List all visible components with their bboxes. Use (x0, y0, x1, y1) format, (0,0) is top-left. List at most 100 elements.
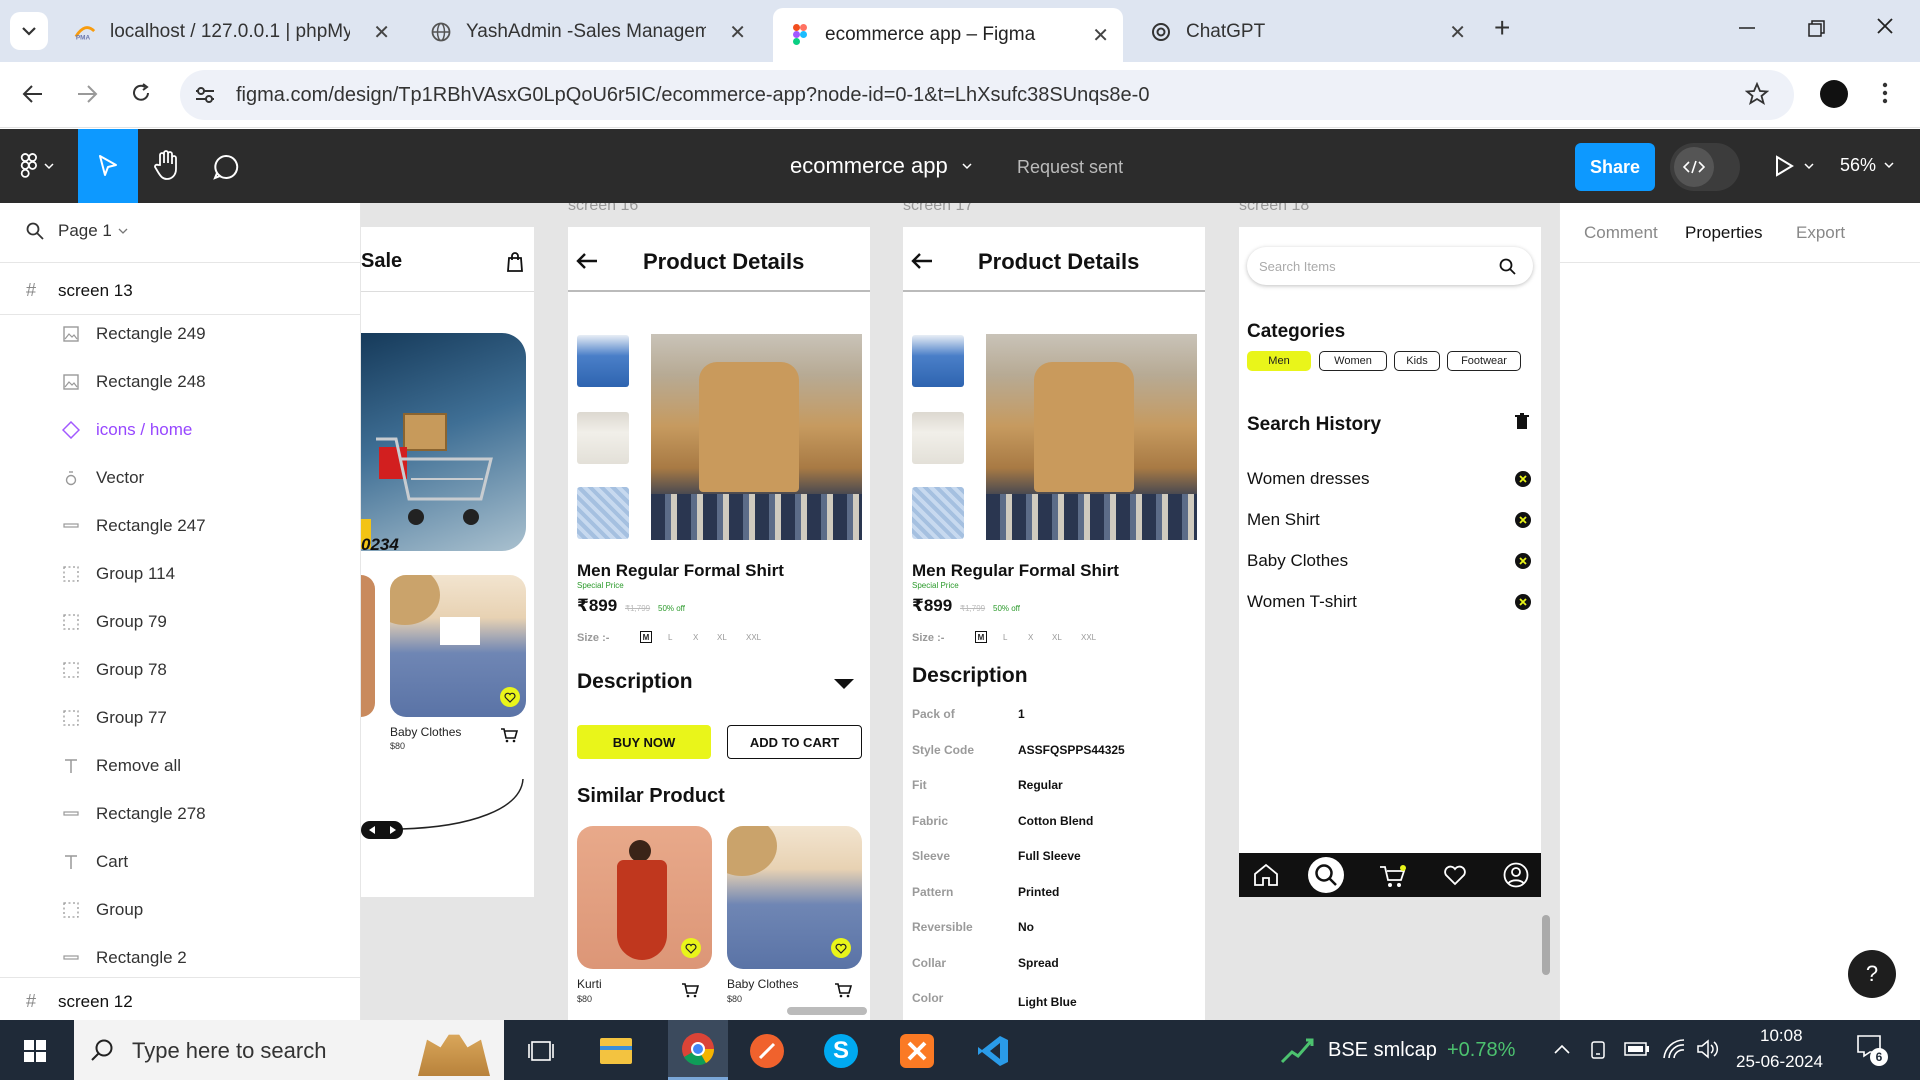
layer-item[interactable]: Rectangle 278 (0, 790, 360, 838)
tab-comment[interactable]: Comment (1584, 223, 1658, 243)
back-arrow-icon[interactable] (576, 252, 598, 270)
meet-now-icon[interactable] (1590, 1040, 1608, 1060)
wifi-icon[interactable] (1662, 1038, 1686, 1060)
search-icon[interactable] (1499, 258, 1516, 275)
tab-yashadmin[interactable]: YashAdmin -Sales Management ✕ (414, 10, 760, 54)
xampp-icon[interactable] (900, 1034, 934, 1068)
layer-screen-12[interactable]: # screen 12 (0, 977, 360, 1025)
remove-icon[interactable] (1515, 512, 1531, 528)
layer-item[interactable]: Cart (0, 838, 360, 886)
cart-icon[interactable] (681, 982, 699, 998)
cart-icon[interactable] (1379, 864, 1407, 888)
layer-item[interactable]: Group 78 (0, 646, 360, 694)
dev-mode-toggle[interactable] (1670, 143, 1740, 191)
buy-now-button[interactable]: BUY NOW (577, 725, 711, 759)
file-explorer-icon[interactable] (600, 1038, 632, 1064)
thumbnail-blue-shirt[interactable] (577, 335, 629, 387)
tab-properties[interactable]: Properties (1685, 223, 1762, 243)
scroll-indicator[interactable] (787, 1007, 867, 1015)
frame-screen-16[interactable]: Product Details Men Regular Formal Shirt… (568, 227, 870, 1020)
layer-screen-13[interactable]: # screen 13 (0, 267, 360, 315)
taskbar-search-box[interactable]: Type here to search (74, 1020, 504, 1080)
file-name-menu[interactable]: ecommerce app (790, 153, 972, 179)
shopping-bag-icon[interactable] (506, 252, 524, 272)
share-button[interactable]: Share (1575, 143, 1655, 191)
add-to-cart-button[interactable]: ADD TO CART (727, 725, 862, 759)
comment-tool-button[interactable] (212, 153, 240, 181)
layer-item[interactable]: Group 79 (0, 598, 360, 646)
tab-figma[interactable]: ecommerce app – Figma ✕ (773, 8, 1123, 62)
category-chip-kids[interactable]: Kids (1394, 351, 1440, 371)
search-history-item[interactable]: Women dresses (1247, 469, 1370, 489)
back-arrow-icon[interactable] (911, 252, 933, 270)
category-chip-women[interactable]: Women (1319, 351, 1387, 371)
trash-icon[interactable] (1515, 413, 1529, 430)
thumbnail-white-shirt[interactable] (577, 412, 629, 464)
back-button[interactable] (22, 84, 44, 104)
size-m[interactable]: M (640, 631, 652, 643)
windows-start-icon[interactable] (24, 1040, 46, 1062)
heart-icon[interactable] (831, 938, 851, 958)
profile-avatar[interactable] (1820, 80, 1848, 108)
close-icon[interactable]: ✕ (729, 20, 746, 45)
thumbnail-blue-shirt[interactable] (912, 335, 964, 387)
layer-item[interactable]: Rectangle 248 (0, 358, 360, 406)
close-icon[interactable]: ✕ (373, 20, 390, 45)
battery-icon[interactable] (1624, 1042, 1650, 1056)
close-window-button[interactable] (1876, 17, 1894, 35)
heart-icon[interactable] (1443, 865, 1467, 886)
home-icon[interactable] (1253, 863, 1279, 887)
thumbnail-printed-shirt[interactable] (577, 487, 629, 539)
size-xxl[interactable]: XXL (746, 633, 761, 642)
move-tool-button[interactable] (78, 129, 138, 203)
nav-search-active[interactable] (1308, 857, 1344, 893)
hand-tool-button[interactable] (152, 149, 182, 181)
category-chip-footwear[interactable]: Footwear (1447, 351, 1521, 371)
forward-button[interactable] (76, 84, 98, 104)
chevron-up-icon[interactable] (1554, 1044, 1570, 1054)
close-icon[interactable]: ✕ (1092, 23, 1109, 48)
layer-item[interactable]: Vector (0, 454, 360, 502)
category-chip-men[interactable]: Men (1247, 351, 1311, 371)
size-xxl[interactable]: XXL (1081, 633, 1096, 642)
frame-screen-17[interactable]: Product Details Men Regular Formal Shirt… (903, 227, 1205, 1020)
task-view-icon[interactable] (528, 1040, 554, 1062)
site-settings-icon[interactable] (194, 85, 216, 105)
browser-menu-icon[interactable] (1882, 82, 1888, 104)
help-button[interactable]: ? (1848, 950, 1896, 998)
cart-icon[interactable] (500, 727, 518, 743)
remove-icon[interactable] (1515, 594, 1531, 610)
present-button[interactable] (1774, 155, 1814, 177)
tab-export[interactable]: Export (1796, 223, 1845, 243)
stock-name[interactable]: BSE smlcap (1328, 1039, 1437, 1062)
reload-button[interactable] (130, 82, 152, 104)
remove-icon[interactable] (1515, 553, 1531, 569)
layer-item[interactable]: Group 114 (0, 550, 360, 598)
frame-partial[interactable]: Sale 0234 Baby Clothes $80 (361, 227, 534, 897)
thumbnail-white-shirt[interactable] (912, 412, 964, 464)
minimize-button[interactable] (1738, 14, 1758, 34)
heart-icon[interactable] (681, 938, 701, 958)
heart-icon[interactable] (500, 687, 520, 707)
size-x[interactable]: X (693, 633, 698, 642)
size-l[interactable]: L (1003, 633, 1007, 642)
vscode-icon[interactable] (976, 1034, 1010, 1068)
cart-icon[interactable] (834, 982, 852, 998)
tab-phpmyadmin[interactable]: PMA localhost / 127.0.0.1 | phpMyAdmin ✕ (58, 10, 404, 54)
search-history-item[interactable]: Baby Clothes (1247, 551, 1348, 571)
clock-date[interactable]: 25-06-2024 (1736, 1052, 1823, 1072)
similar-kurti-image[interactable] (577, 826, 712, 969)
remove-icon[interactable] (1515, 471, 1531, 487)
layer-item[interactable]: icons / home (0, 406, 360, 454)
layer-item[interactable]: Group 77 (0, 694, 360, 742)
chrome-taskbar-button[interactable] (668, 1020, 728, 1080)
design-canvas[interactable]: Sale 0234 Baby Clothes $80 screen 16 Pro… (361, 203, 1559, 1020)
size-m[interactable]: M (975, 631, 987, 643)
close-icon[interactable]: ✕ (1449, 20, 1466, 45)
canvas-scrollbar[interactable] (1542, 915, 1550, 975)
layer-item[interactable]: Rectangle 249 (0, 310, 360, 358)
size-xl[interactable]: XL (1052, 633, 1062, 642)
tab-search-button[interactable] (10, 12, 48, 50)
app-icon-orange[interactable] (750, 1034, 784, 1068)
carousel-arrows[interactable] (361, 821, 403, 839)
